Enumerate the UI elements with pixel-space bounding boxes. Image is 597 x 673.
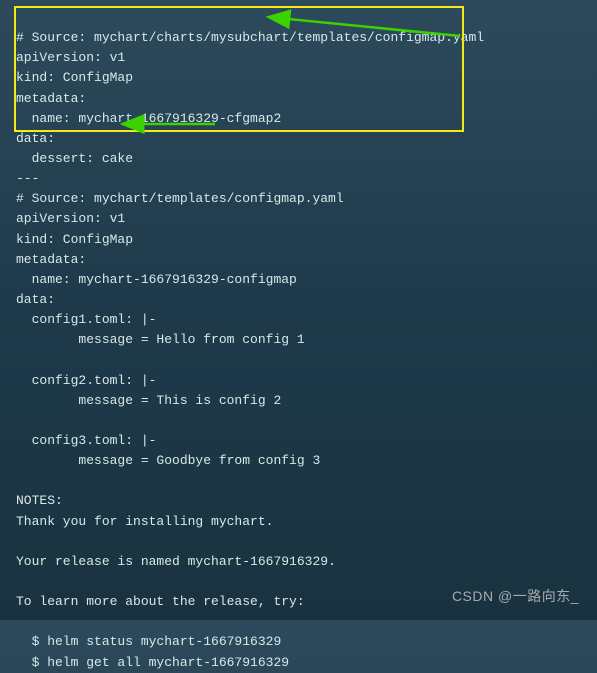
code-line: To learn more about the release, try: (16, 594, 305, 609)
code-line: data: (16, 292, 55, 307)
code-line: Thank you for installing mychart. (16, 514, 273, 529)
code-line: config3.toml: |- (16, 433, 156, 448)
code-line: data: (16, 131, 55, 146)
code-line: metadata: (16, 252, 86, 267)
code-line: config2.toml: |- (16, 373, 156, 388)
code-line: message = This is config 2 (16, 393, 281, 408)
code-line: $ helm status mychart-1667916329 (16, 634, 281, 649)
code-line: message = Hello from config 1 (16, 332, 305, 347)
watermark-text: CSDN @一路向东_ (452, 586, 579, 608)
code-line: --- (16, 171, 39, 186)
code-line: NOTES: (16, 493, 63, 508)
code-line: kind: ConfigMap (16, 232, 133, 247)
terminal-output: # Source: mychart/charts/mysubchart/temp… (16, 8, 581, 673)
code-line: apiVersion: v1 (16, 211, 125, 226)
code-line: # Source: mychart/templates/configmap.ya… (16, 191, 344, 206)
code-line: name: mychart-1667916329-configmap (16, 272, 297, 287)
code-line: config1.toml: |- (16, 312, 156, 327)
code-line: dessert: cake (16, 151, 133, 166)
code-line: # Source: mychart/charts/mysubchart/temp… (16, 30, 484, 45)
code-line: name: mychart-1667916329-cfgmap2 (16, 111, 281, 126)
code-line: $ helm get all mychart-1667916329 (16, 655, 289, 670)
code-line: message = Goodbye from config 3 (16, 453, 320, 468)
code-line: Your release is named mychart-1667916329… (16, 554, 336, 569)
code-line: apiVersion: v1 (16, 50, 125, 65)
code-line: kind: ConfigMap (16, 70, 133, 85)
code-line: metadata: (16, 91, 86, 106)
